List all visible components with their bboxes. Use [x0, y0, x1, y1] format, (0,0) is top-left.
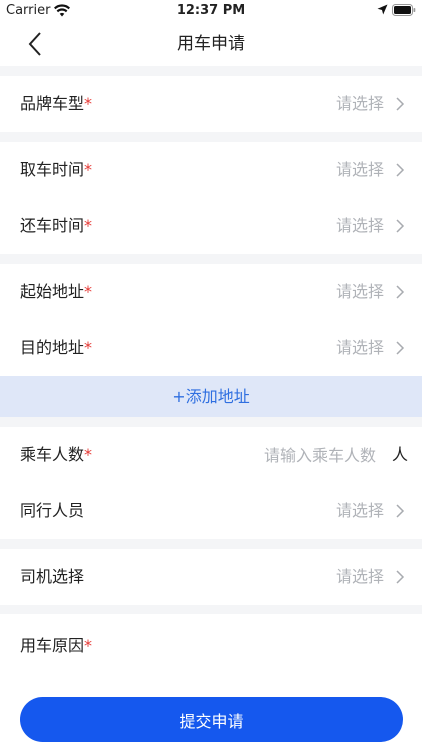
pickup-time-value: 请选择 — [335, 160, 384, 179]
chevron-right-icon — [396, 219, 405, 233]
start-address-row[interactable]: 起始地址* 请选择 — [0, 264, 422, 320]
passenger-count-input[interactable] — [246, 442, 376, 468]
driver-label: 司机选择 — [20, 567, 85, 586]
chevron-right-icon — [396, 504, 405, 518]
add-address-button[interactable]: +添加地址 — [0, 376, 422, 417]
required-mark: * — [84, 216, 93, 235]
page-title: 用车申请 — [177, 34, 245, 54]
chevron-right-icon — [396, 341, 405, 355]
chevron-right-icon — [396, 285, 405, 299]
start-address-value: 请选择 — [335, 282, 384, 301]
destination-row[interactable]: 目的地址* 请选择 — [0, 320, 422, 376]
brand-model-value: 请选择 — [335, 94, 384, 113]
battery-icon — [392, 4, 416, 16]
brand-model-label: 品牌车型* — [20, 94, 93, 113]
required-mark: * — [84, 282, 93, 301]
companions-row[interactable]: 同行人员 请选择 — [0, 483, 422, 539]
chevron-right-icon — [396, 570, 405, 584]
passenger-section: 乘车人数* 人 同行人员 请选择 — [0, 427, 422, 539]
chevron-right-icon — [396, 97, 405, 111]
required-mark: * — [84, 338, 93, 357]
brand-model-row[interactable]: 品牌车型* 请选择 — [0, 76, 422, 132]
time-section: 取车时间* 请选择 还车时间* 请选择 — [0, 142, 422, 254]
passenger-count-unit: 人 — [391, 445, 408, 464]
return-time-row[interactable]: 还车时间* 请选择 — [0, 198, 422, 254]
pickup-time-label: 取车时间* — [20, 160, 93, 179]
location-arrow-icon — [377, 4, 388, 15]
driver-row[interactable]: 司机选择 请选择 — [0, 549, 422, 605]
submit-button[interactable]: 提交申请 — [20, 697, 403, 742]
pickup-time-row[interactable]: 取车时间* 请选择 — [0, 142, 422, 198]
destination-value: 请选择 — [335, 338, 384, 357]
required-mark: * — [84, 636, 93, 655]
driver-value: 请选择 — [335, 567, 384, 586]
return-time-label: 还车时间* — [20, 216, 93, 235]
reason-section[interactable]: 用车原因* — [0, 614, 422, 684]
chevron-right-icon — [396, 163, 405, 177]
status-bar: Carrier 12:37 PM — [0, 0, 422, 22]
status-time: 12:37 PM — [176, 3, 246, 18]
companions-value: 请选择 — [335, 501, 384, 520]
reason-label: 用车原因* — [20, 636, 93, 655]
companions-label: 同行人员 — [20, 501, 85, 520]
passenger-count-label: 乘车人数* — [20, 445, 93, 464]
required-mark: * — [84, 94, 93, 113]
destination-label: 目的地址* — [20, 338, 93, 357]
driver-section: 司机选择 请选择 — [0, 549, 422, 605]
vehicle-section: 品牌车型* 请选择 — [0, 76, 422, 132]
required-mark: * — [84, 445, 93, 464]
address-section: 起始地址* 请选择 目的地址* 请选择 — [0, 264, 422, 376]
start-address-label: 起始地址* — [20, 282, 93, 301]
footer: 提交申请 — [0, 684, 422, 750]
nav-bar: 用车申请 — [0, 22, 422, 66]
return-time-value: 请选择 — [335, 216, 384, 235]
required-mark: * — [84, 160, 93, 179]
passenger-count-row: 乘车人数* 人 — [0, 427, 422, 483]
